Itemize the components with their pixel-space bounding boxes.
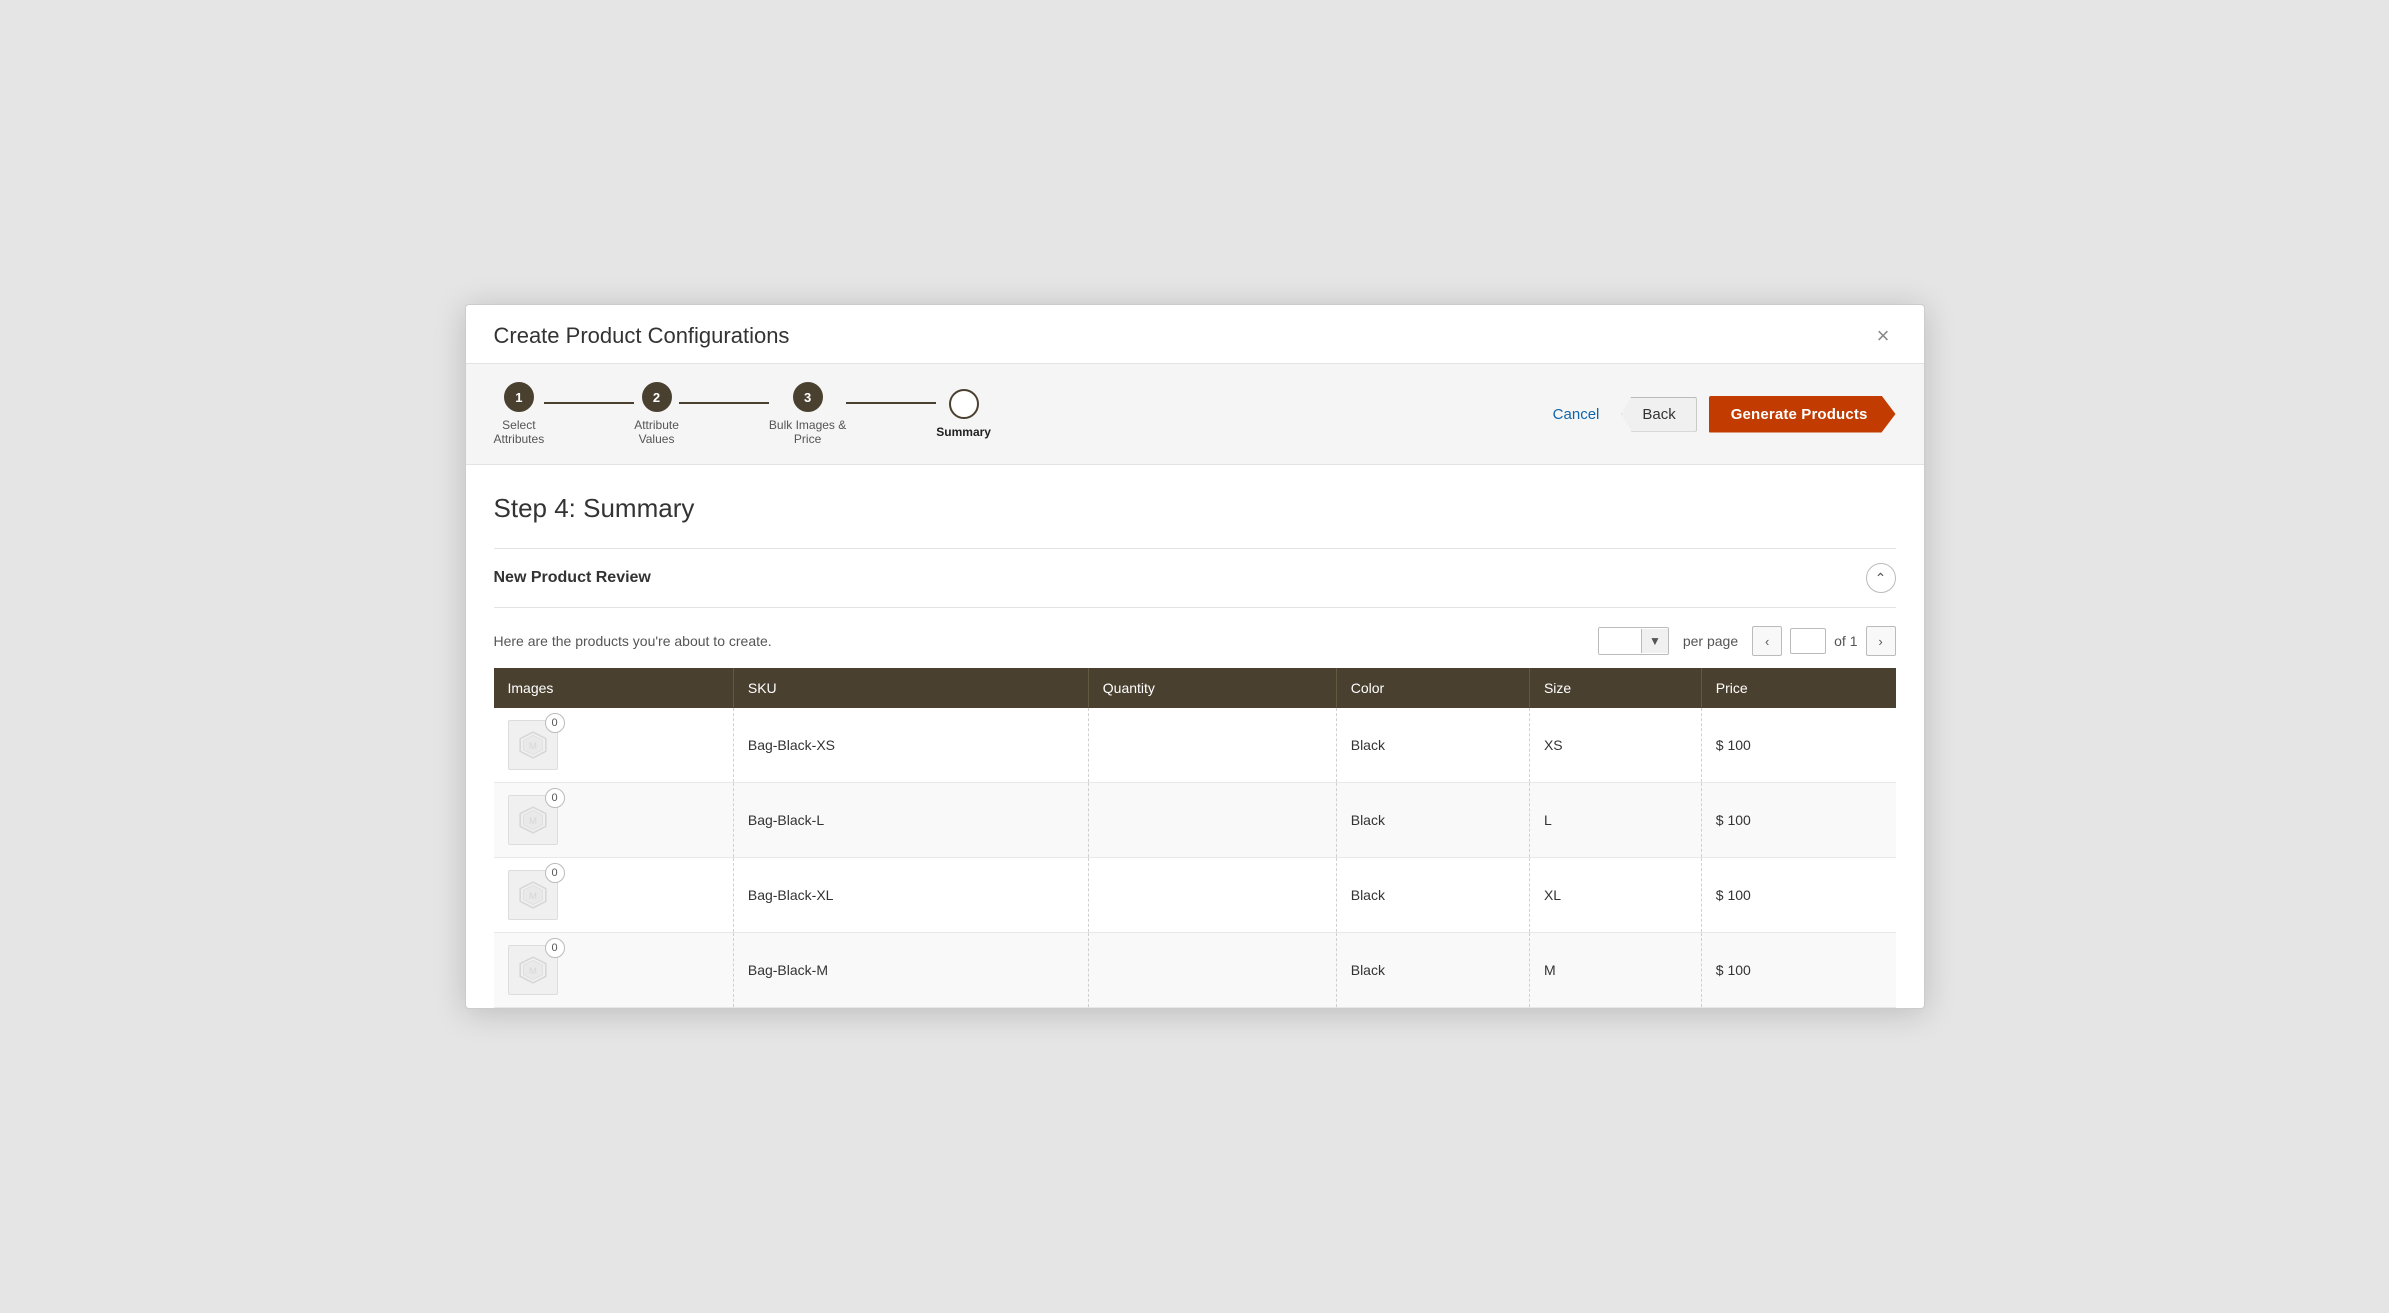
cell-quantity: [1088, 783, 1336, 858]
table-toolbar: Here are the products you're about to cr…: [494, 608, 1896, 668]
step-4-label: Summary: [936, 425, 991, 439]
col-quantity: Quantity: [1088, 668, 1336, 708]
section-title: New Product Review: [494, 569, 651, 587]
cell-price: $ 100: [1701, 933, 1895, 1008]
cell-image: 0 M: [494, 783, 734, 858]
modal-container: Create Product Configurations × 1 Select…: [465, 304, 1925, 1009]
cell-price: $ 100: [1701, 708, 1895, 783]
step-4-circle: [949, 389, 979, 419]
per-page-label: per page: [1683, 633, 1738, 649]
step-2-circle: 2: [642, 382, 672, 412]
wizard-actions: Cancel Back Generate Products: [1543, 396, 1896, 433]
step-line-3: [846, 402, 936, 404]
cell-size: XL: [1529, 858, 1701, 933]
col-sku: SKU: [733, 668, 1088, 708]
product-thumbnail: 0 M: [508, 720, 558, 770]
svg-text:M: M: [529, 891, 537, 902]
cell-price: $ 100: [1701, 858, 1895, 933]
table-row: 0 M Bag-Black-XS BlackXS$ 100: [494, 708, 1896, 783]
wizard-bar: 1 SelectAttributes 2 AttributeValues 3 B…: [466, 364, 1924, 465]
section-header: New Product Review ⌃: [494, 548, 1896, 608]
cell-color: Black: [1336, 783, 1529, 858]
step-1-label: SelectAttributes: [494, 418, 545, 446]
cell-color: Black: [1336, 708, 1529, 783]
per-page-select: 20 ▼: [1598, 627, 1669, 655]
col-size: Size: [1529, 668, 1701, 708]
cell-quantity: [1088, 933, 1336, 1008]
col-price: Price: [1701, 668, 1895, 708]
modal-header: Create Product Configurations ×: [466, 305, 1924, 364]
table-header-row: Images SKU Quantity Color Size Price: [494, 668, 1896, 708]
table-row: 0 M Bag-Black-L BlackL$ 100: [494, 783, 1896, 858]
step-3: 3 Bulk Images &Price: [769, 382, 846, 446]
cell-price: $ 100: [1701, 783, 1895, 858]
product-thumbnail: 0 M: [508, 795, 558, 845]
table-row: 0 M Bag-Black-MBlackM$ 100: [494, 933, 1896, 1008]
per-page-input[interactable]: 20: [1599, 628, 1641, 654]
page-next-button[interactable]: ›: [1866, 626, 1896, 656]
pagination-controls: 20 ▼ per page ‹ 1 of 1 ›: [1598, 626, 1896, 656]
cell-color: Black: [1336, 858, 1529, 933]
page-of-label: of 1: [1834, 633, 1857, 649]
cell-sku: Bag-Black-L: [733, 783, 1088, 858]
cell-size: XS: [1529, 708, 1701, 783]
step-1-number: 1: [515, 390, 522, 405]
image-cell: 0 M: [508, 720, 719, 770]
cell-sku: Bag-Black-XL: [733, 858, 1088, 933]
cell-size: L: [1529, 783, 1701, 858]
step-2: 2 AttributeValues: [634, 382, 679, 446]
cell-color: Black: [1336, 933, 1529, 1008]
back-button[interactable]: Back: [1621, 397, 1696, 432]
magento-placeholder-icon: M: [517, 954, 549, 986]
cell-image: 0 M: [494, 708, 734, 783]
modal-body: Step 4: Summary New Product Review ⌃ Her…: [466, 465, 1924, 1008]
magento-placeholder-icon: M: [517, 804, 549, 836]
cell-sku: Bag-Black-XS: [733, 708, 1088, 783]
table-description: Here are the products you're about to cr…: [494, 633, 772, 649]
step-1: 1 SelectAttributes: [494, 382, 545, 446]
magento-placeholder-icon: M: [517, 729, 549, 761]
page-number-input[interactable]: 1: [1790, 628, 1826, 654]
step-4: Summary: [936, 389, 991, 439]
svg-text:M: M: [529, 966, 537, 977]
image-cell: 0 M: [508, 945, 719, 995]
modal-title: Create Product Configurations: [494, 323, 790, 349]
cell-size: M: [1529, 933, 1701, 1008]
step-3-number: 3: [804, 390, 811, 405]
product-thumbnail: 0 M: [508, 870, 558, 920]
svg-text:M: M: [529, 816, 537, 827]
step-3-circle: 3: [793, 382, 823, 412]
close-button[interactable]: ×: [1871, 323, 1896, 349]
product-thumbnail: 0 M: [508, 945, 558, 995]
magento-placeholder-icon: M: [517, 879, 549, 911]
cell-sku: Bag-Black-M: [733, 933, 1088, 1008]
col-color: Color: [1336, 668, 1529, 708]
wizard-steps: 1 SelectAttributes 2 AttributeValues 3 B…: [494, 382, 991, 446]
step-line-2: [679, 402, 769, 404]
step-2-number: 2: [653, 390, 660, 405]
image-cell: 0 M: [508, 795, 719, 845]
cancel-button[interactable]: Cancel: [1543, 402, 1610, 427]
step-line-1: [544, 402, 634, 404]
generate-products-button[interactable]: Generate Products: [1709, 396, 1896, 433]
step-3-label: Bulk Images &Price: [769, 418, 846, 446]
cell-quantity: [1088, 858, 1336, 933]
per-page-dropdown-arrow[interactable]: ▼: [1641, 629, 1668, 653]
image-cell: 0 M: [508, 870, 719, 920]
svg-text:M: M: [529, 741, 537, 752]
col-images: Images: [494, 668, 734, 708]
collapse-button[interactable]: ⌃: [1866, 563, 1896, 593]
product-table: Images SKU Quantity Color Size Price 0 M: [494, 668, 1896, 1008]
step-2-label: AttributeValues: [634, 418, 679, 446]
step-1-circle: 1: [504, 382, 534, 412]
page-prev-button[interactable]: ‹: [1752, 626, 1782, 656]
page-title: Step 4: Summary: [494, 493, 1896, 524]
cell-image: 0 M: [494, 858, 734, 933]
table-row: 0 M Bag-Black-XL BlackXL$ 100: [494, 858, 1896, 933]
cell-image: 0 M: [494, 933, 734, 1008]
cell-quantity: [1088, 708, 1336, 783]
